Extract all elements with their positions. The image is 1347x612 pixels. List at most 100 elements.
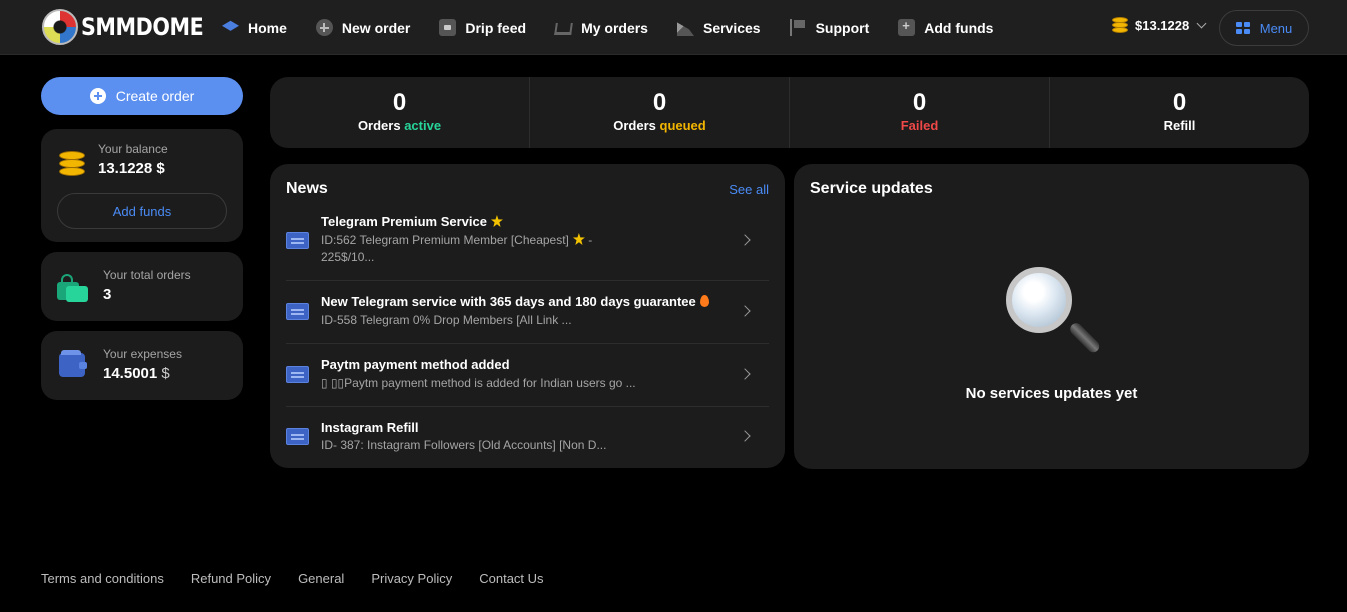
coins-icon [1112,17,1128,33]
nav-my-orders-label: My orders [581,19,648,36]
grid-icon [1235,22,1250,34]
news-item[interactable]: New Telegram service with 365 days and 1… [286,281,769,344]
stat-active-value: 0 [392,89,407,116]
stat-failed[interactable]: 0 Failed [790,77,1050,148]
footer-link-privacy[interactable]: Privacy Policy [371,571,452,586]
footer-link-contact[interactable]: Contact Us [479,571,543,586]
chevron-down-icon [1196,18,1207,28]
stat-active-label: Orders active [357,118,442,133]
main-nav: Home New order Drip feed My orders Servi… [222,0,1022,55]
service-updates-title: Service updates [810,180,933,197]
news-panel: News See all Telegram Premium Service ID… [270,164,785,468]
stat-queued-label: Orders queued [613,118,706,133]
stat-queued[interactable]: 0 Orders queued [530,77,790,148]
balance-value: 13.1228 $ [98,160,165,177]
nav-services[interactable]: Services [676,19,761,36]
chevron-right-icon [739,234,751,246]
news-item[interactable]: Telegram Premium Service ID:562 Telegram… [286,212,769,281]
stat-active[interactable]: 0 Orders active [270,77,530,148]
magnifier-icon [1006,267,1102,359]
balance-label: Your balance [98,142,168,156]
cart-icon [554,22,573,35]
plus-circle-icon [89,88,106,104]
order-stats: 0 Orders active 0 Orders queued 0 Failed… [270,77,1309,148]
nav-home-label: Home [248,19,287,36]
wallet-icon [59,350,87,377]
coins-icon [59,149,85,177]
brand-logo[interactable]: SMMDOME [42,9,223,45]
layers-icon [222,20,239,31]
star-icon [490,215,503,227]
chevron-right-icon [739,368,751,380]
news-item-title: New Telegram service with 365 days and 1… [321,294,709,309]
top-navbar: SMMDOME Home New order Drip feed My orde… [0,0,1347,55]
shopping-bag-icon [57,274,89,302]
news-item-desc: ID- 387: Instagram Followers [Old Accoun… [321,438,607,452]
stat-failed-value: 0 [912,89,927,116]
nav-my-orders[interactable]: My orders [554,19,648,36]
total-orders-card: Your total orders 3 [41,252,243,321]
logo-icon [42,9,78,45]
nav-new-order[interactable]: New order [315,19,411,36]
newspaper-icon [286,232,309,249]
service-updates-panel: Service updates No services updates yet [794,164,1309,469]
nav-drip-feed[interactable]: Drip feed [439,19,526,36]
newspaper-icon [286,303,309,320]
see-all-link[interactable]: See all [729,182,769,197]
nav-add-funds[interactable]: Add funds [898,18,994,36]
news-item[interactable]: Paytm payment method added ▯ ▯▯Paytm pay… [286,344,769,407]
nav-drip-feed-label: Drip feed [465,19,527,36]
stat-refill[interactable]: 0 Refill [1050,77,1309,148]
news-item-desc: ID:562 Telegram Premium Member [Cheapest… [321,233,593,264]
newspaper-icon [286,366,309,383]
menu-button[interactable]: Menu [1219,10,1309,46]
nav-support-label: Support [815,19,870,36]
nav-services-label: Services [702,19,761,36]
footer-links: Terms and conditions Refund Policy Gener… [41,571,544,586]
service-updates-empty: No services updates yet [965,385,1138,402]
create-order-label: Create order [115,88,195,104]
footer-link-refund[interactable]: Refund Policy [191,571,271,586]
newspaper-icon [286,428,309,445]
news-item-desc: ▯ ▯▯Paytm payment method is added for In… [321,376,636,390]
menu-label: Menu [1259,20,1293,36]
balance-amount: $13.1228 [1135,17,1190,33]
nav-home[interactable]: Home [222,19,287,36]
news-item-title: Instagram Refill [321,420,419,435]
nav-new-order-label: New order [341,19,411,36]
balance-dropdown[interactable]: $13.1228 [1112,17,1207,33]
add-funds-button[interactable]: Add funds [57,193,227,229]
expenses-card: Your expenses 14.5001 $ [41,331,243,400]
balance-card: Your balance 13.1228 $ Add funds [41,129,243,242]
total-orders-label: Your total orders [103,268,191,282]
create-order-button[interactable]: Create order [41,77,243,115]
news-item[interactable]: Instagram Refill ID- 387: Instagram Foll… [286,407,769,462]
stat-refill-value: 0 [1172,89,1187,116]
news-item-title: Paytm payment method added [321,357,510,372]
box-icon [439,19,457,36]
stat-failed-label: Failed [900,118,939,133]
services-icon [676,22,694,36]
chevron-right-icon [739,430,751,442]
stat-refill-label: Refill [1163,118,1196,133]
stat-queued-value: 0 [652,89,667,116]
plus-circle-icon [315,19,333,36]
expenses-label: Your expenses [103,347,182,361]
expenses-value-wrap: 14.5001 $ [103,365,170,382]
nav-support[interactable]: Support [789,19,870,36]
news-title: News [286,180,328,197]
chevron-right-icon [739,305,751,317]
total-orders-value: 3 [103,286,112,303]
footer-link-terms[interactable]: Terms and conditions [41,571,164,586]
brand-name: SMMDOME [81,13,204,41]
expenses-value: 14.5001 [103,365,158,382]
add-funds-icon [898,18,916,36]
footer-link-general[interactable]: General [298,571,344,586]
news-item-title: Telegram Premium Service [321,214,503,229]
news-item-desc: ID-558 Telegram 0% Drop Members [All Lin… [321,313,572,327]
expenses-currency: $ [161,365,170,382]
fire-icon [699,295,709,307]
nav-add-funds-label: Add funds [924,19,994,36]
flag-icon [789,19,807,36]
star-icon [572,233,585,245]
